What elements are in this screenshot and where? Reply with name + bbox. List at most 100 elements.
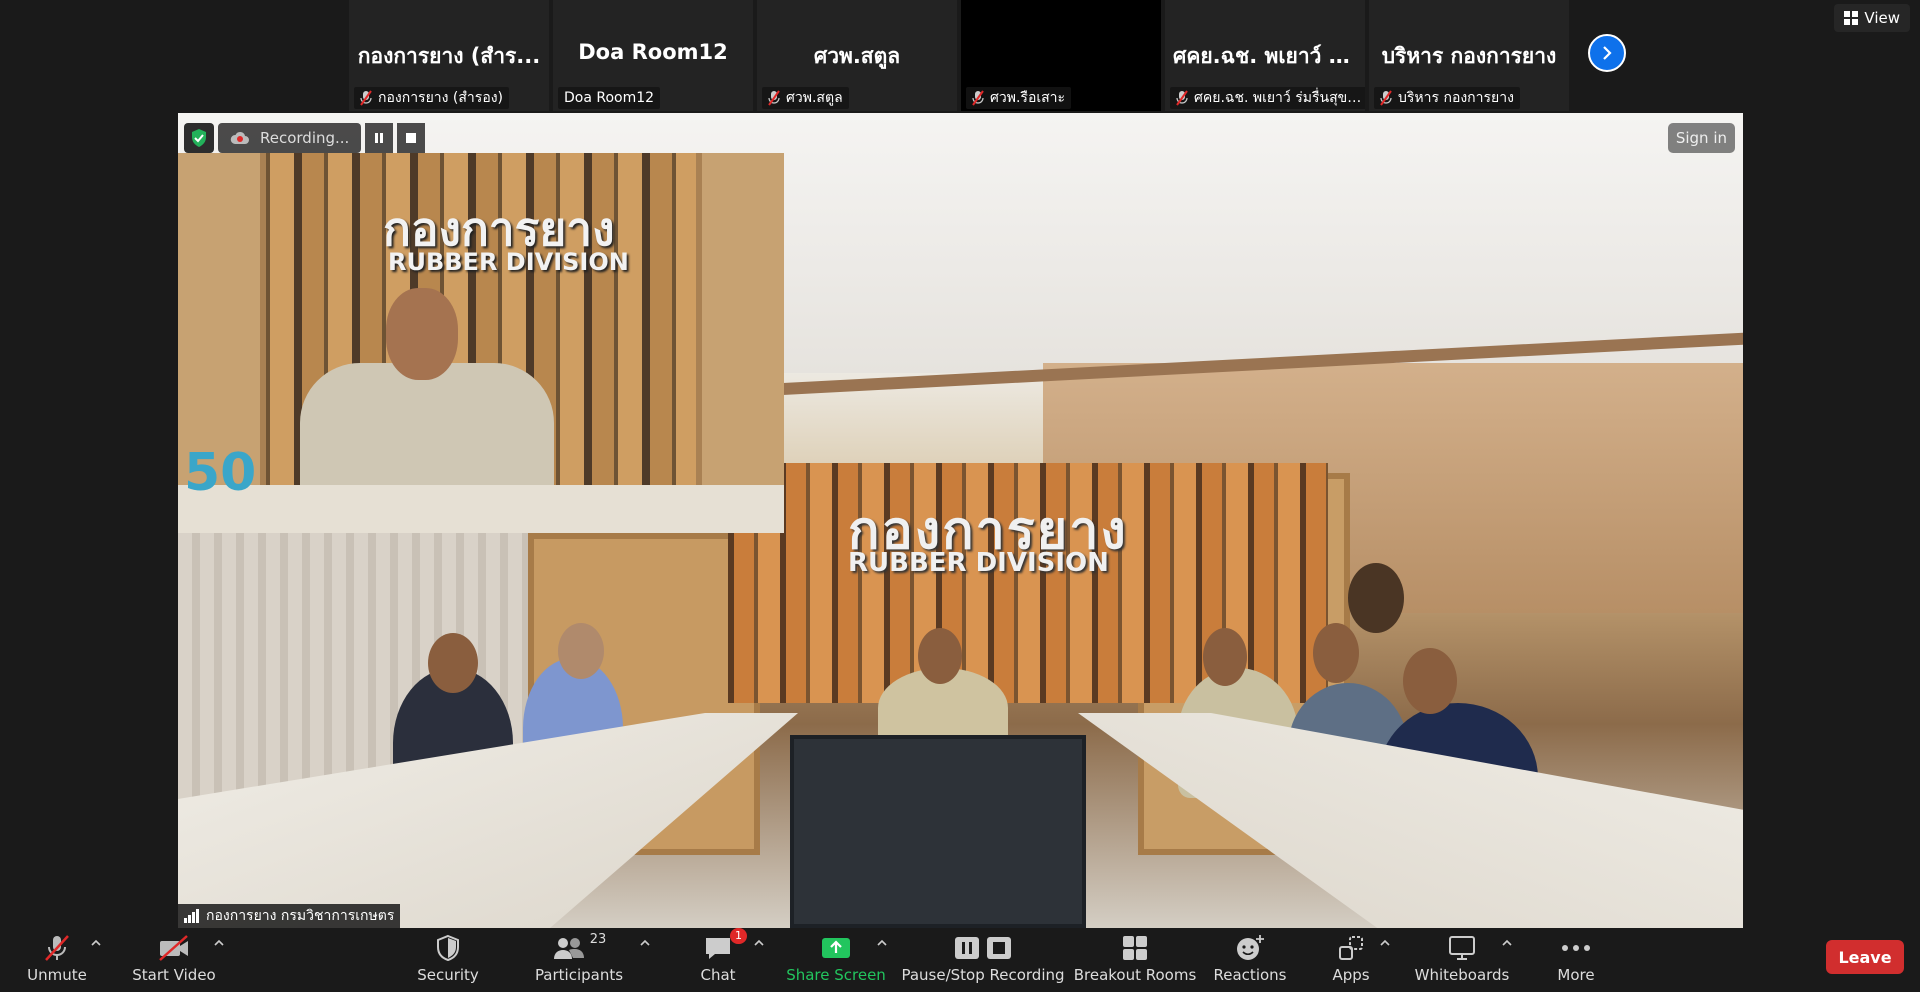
participants-options-caret-icon[interactable]: [638, 936, 652, 950]
chat-label: Chat: [700, 966, 736, 984]
participant-display-name: ศวพ.สตูล: [813, 44, 901, 68]
cloud-recording-icon: [230, 131, 249, 144]
reactions-label: Reactions: [1213, 966, 1287, 984]
attendee-head: [1203, 628, 1247, 686]
picture-in-picture-video[interactable]: กองการยาง RUBBER DIVISION 50: [178, 153, 784, 533]
stop-icon: [406, 133, 417, 143]
next-page-button[interactable]: [1588, 34, 1626, 72]
participant-tile[interactable]: Doa Room12 Doa Room12: [553, 0, 753, 111]
recording-label: Recording...: [260, 129, 350, 147]
participant-name: ศวพ.รือเสาะ: [990, 90, 1066, 106]
participant-name: กองการยาง (สำรอง): [378, 90, 504, 106]
security-label: Security: [417, 966, 479, 984]
apps-button[interactable]: Apps: [1330, 932, 1372, 990]
participant-tile[interactable]: บริหาร กองการยาง บริหาร กองการยาง: [1369, 0, 1569, 111]
mic-muted-icon: [972, 90, 984, 106]
stop-recording-button[interactable]: [397, 123, 426, 153]
pip-desk: [178, 485, 784, 533]
pause-icon: [375, 133, 384, 143]
participant-display-name: Doa Room12: [578, 40, 728, 64]
shield-icon: [437, 934, 459, 962]
active-speaker-video[interactable]: กองการยาง RUBBER DIVISION กองการยาง RUBB…: [178, 113, 1743, 928]
sign-in-label: Sign in: [1675, 129, 1727, 147]
whiteboards-label: Whiteboards: [1414, 966, 1510, 984]
attendee-head: [1313, 623, 1359, 683]
desk-monitor: [790, 735, 1086, 928]
speaker-name: กองการยาง กรมวิชาการเกษตร: [206, 908, 395, 924]
sign-in-button[interactable]: Sign in: [1667, 123, 1735, 153]
whiteboard-icon: [1449, 936, 1475, 960]
speaker-name-tag: กองการยาง กรมวิชาการเกษตร: [178, 904, 401, 928]
participant-name-tag: บริหาร กองการยาง: [1374, 87, 1520, 109]
participants-icon: [553, 938, 584, 959]
pause-icon: [955, 937, 979, 959]
apps-options-caret-icon[interactable]: [1378, 936, 1392, 950]
attendee-head: [918, 628, 962, 684]
pause-recording-button[interactable]: [365, 123, 394, 153]
recording-bar: Recording...: [184, 123, 426, 153]
mic-muted-icon: [1176, 90, 1188, 106]
participant-name: บริหาร กองการยาง: [1398, 90, 1514, 106]
attendee-head: [428, 633, 478, 693]
video-options-caret-icon[interactable]: [212, 936, 226, 950]
pip-bookshelf-right: [696, 153, 784, 533]
participants-button[interactable]: 23 Participants: [534, 932, 624, 990]
attendee-head: [1403, 648, 1457, 714]
mic-muted-icon: [768, 90, 780, 106]
start-video-label: Start Video: [132, 966, 216, 984]
pause-stop-recording-button[interactable]: Pause/Stop Recording: [901, 932, 1065, 990]
unmute-label: Unmute: [27, 966, 87, 984]
participant-name: ศคย.ฉช. พเยาว์ ร่มรื่นสุขา...: [1194, 90, 1362, 106]
view-label: View: [1864, 9, 1900, 27]
start-video-button[interactable]: Start Video: [132, 932, 216, 990]
breakout-rooms-icon: [1123, 936, 1147, 960]
chat-bubble-icon: [706, 938, 730, 959]
pip-banner-subtitle: RUBBER DIVISION: [388, 248, 629, 276]
stop-icon: [987, 937, 1011, 959]
shield-check-icon: [192, 129, 206, 147]
breakout-rooms-label: Breakout Rooms: [1073, 966, 1197, 984]
meeting-toolbar: Unmute Start Video Security 23 Participa…: [0, 928, 1920, 992]
participant-tile-video[interactable]: ศวพ.รือเสาะ: [961, 0, 1161, 111]
security-button[interactable]: Security: [417, 932, 479, 990]
audio-options-caret-icon[interactable]: [89, 936, 103, 950]
chevron-right-icon: [1603, 46, 1612, 60]
participant-tile[interactable]: ศคย.ฉช. พเยาว์ ร่... ศคย.ฉช. พเยาว์ ร่มร…: [1165, 0, 1365, 111]
participant-display-name: ศคย.ฉช. พเยาว์ ร่...: [1173, 44, 1364, 68]
more-button[interactable]: More: [1554, 932, 1598, 990]
participant-tile[interactable]: กองการยาง (สำร... กองการยาง (สำรอง): [349, 0, 549, 111]
encryption-shield-button[interactable]: [184, 123, 214, 153]
participant-name: Doa Room12: [564, 90, 655, 106]
chat-options-caret-icon[interactable]: [752, 936, 766, 950]
whiteboards-options-caret-icon[interactable]: [1500, 936, 1514, 950]
whiteboards-button[interactable]: Whiteboards: [1415, 932, 1509, 990]
participant-tile[interactable]: ศวพ.สตูล ศวพ.สตูล: [757, 0, 957, 111]
apps-icon: [1339, 936, 1363, 960]
recording-status: Recording...: [218, 123, 362, 153]
more-dots-icon: [1562, 945, 1590, 951]
chat-button[interactable]: 1 Chat: [696, 928, 747, 990]
participant-name-tag: ศวพ.รือเสาะ: [966, 87, 1072, 109]
unmute-button[interactable]: Unmute: [24, 932, 90, 990]
share-options-caret-icon[interactable]: [875, 936, 889, 950]
view-button[interactable]: View: [1834, 4, 1910, 32]
pause-stop-recording-label: Pause/Stop Recording: [901, 966, 1065, 984]
share-screen-icon: [822, 938, 850, 958]
smiley-plus-icon: [1237, 935, 1264, 960]
anniversary-logo: 50: [184, 443, 257, 503]
participant-name-tag: กองการยาง (สำรอง): [354, 87, 510, 109]
breakout-rooms-button[interactable]: Breakout Rooms: [1074, 932, 1196, 990]
participants-label: Participants: [534, 966, 624, 984]
share-screen-button[interactable]: Share Screen: [786, 932, 886, 990]
participant-display-name: บริหาร กองการยาง: [1381, 44, 1557, 68]
participant-name-tag: ศคย.ฉช. พเยาว์ ร่มรื่นสุขา...: [1170, 87, 1365, 109]
mic-muted-icon: [360, 90, 372, 106]
reactions-button[interactable]: Reactions: [1214, 932, 1286, 990]
participants-count: 23: [589, 932, 607, 947]
participant-name-tag: ศวพ.สตูล: [762, 87, 849, 109]
grid-view-icon: [1844, 11, 1859, 25]
leave-label: Leave: [1838, 947, 1892, 967]
share-screen-label: Share Screen: [786, 966, 886, 984]
mural-subtitle: RUBBER DIVISION: [848, 548, 1109, 578]
leave-button[interactable]: Leave: [1826, 940, 1904, 974]
